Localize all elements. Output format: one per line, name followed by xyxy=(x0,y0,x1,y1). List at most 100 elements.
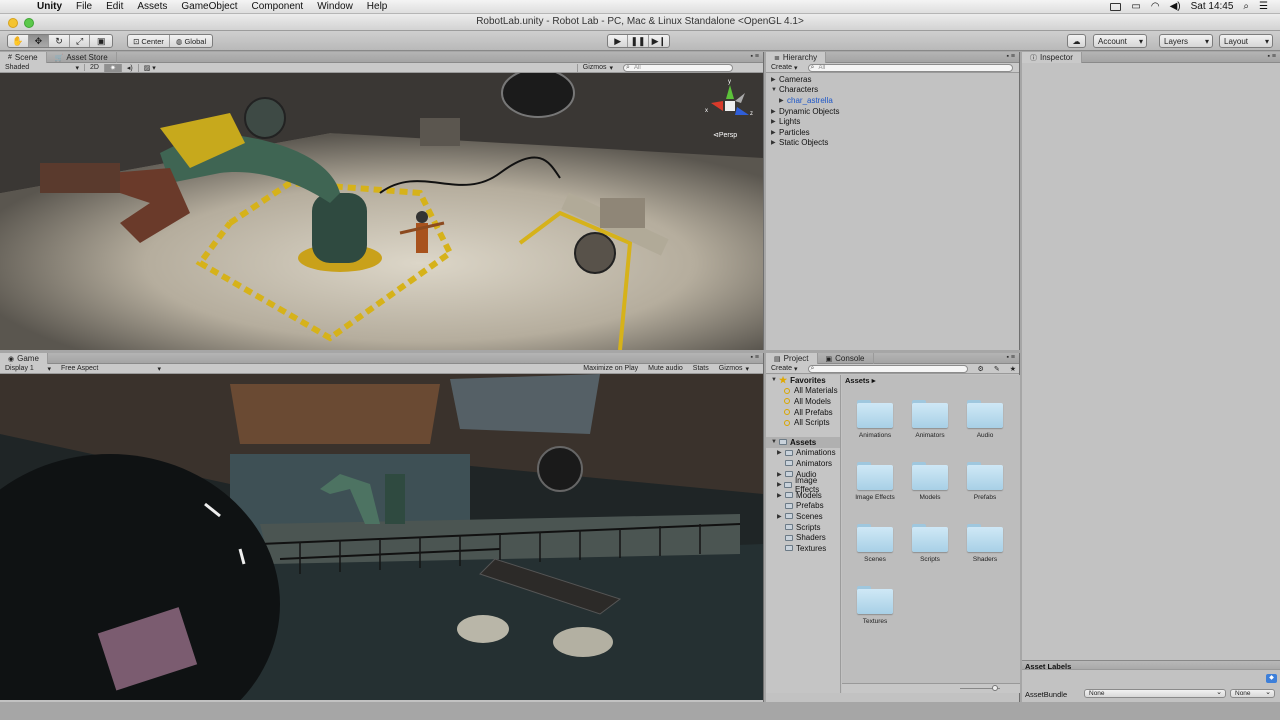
expand-triangle-icon[interactable]: ▶ xyxy=(771,118,779,125)
project-search-input[interactable] xyxy=(807,364,968,373)
expand-triangle-icon[interactable]: ▶ xyxy=(771,108,779,115)
account-dropdown[interactable]: Account ▾ xyxy=(1093,34,1147,48)
tree-folder-prefabs[interactable]: Prefabs xyxy=(766,501,840,512)
tree-folder-animations[interactable]: ▶ Animations xyxy=(766,448,840,459)
panel-menu-icon[interactable]: ▪ ≡ xyxy=(1006,53,1015,60)
tab-console[interactable]: ▣ Console xyxy=(818,353,874,364)
filter-by-label-icon[interactable]: ✎ xyxy=(989,365,1005,373)
asset-folder-scenes[interactable]: Scenes xyxy=(850,524,900,563)
hierarchy-item-cameras[interactable]: ▶ Cameras xyxy=(766,74,1019,85)
tab-game[interactable]: ◉ Game xyxy=(0,353,48,364)
favorites-node[interactable]: ▼ ★ Favorites xyxy=(766,375,840,386)
mute-audio-toggle[interactable]: Mute audio xyxy=(643,365,688,372)
tree-folder-shaders[interactable]: Shaders xyxy=(766,532,840,543)
maximize-on-play-toggle[interactable]: Maximize on Play xyxy=(578,365,643,372)
cloud-button[interactable]: ☁ xyxy=(1067,34,1086,48)
hand-tool-icon[interactable]: ✋ xyxy=(8,35,29,47)
scale-tool-icon[interactable]: ⤢ xyxy=(70,35,91,47)
assets-node[interactable]: ▼ Assets xyxy=(766,436,840,448)
tree-folder-textures[interactable]: Textures xyxy=(766,543,840,554)
layers-dropdown[interactable]: Layers ▾ xyxy=(1159,34,1213,48)
game-gizmos-dropdown[interactable]: Gizmos ▾ xyxy=(714,365,763,373)
scene-orientation-gizmo[interactable]: y x z ⊲Persp xyxy=(705,79,755,141)
notification-center-icon[interactable]: ☰ xyxy=(1259,1,1268,12)
favorite-all-materials[interactable]: All Materials xyxy=(766,386,840,397)
tab-scene[interactable]: # Scene xyxy=(0,52,47,63)
expand-triangle-icon[interactable]: ▶ xyxy=(777,513,785,520)
panel-menu-icon[interactable]: ▪ ≡ xyxy=(1006,354,1015,361)
hierarchy-item-static-objects[interactable]: ▶ Static Objects xyxy=(766,138,1019,149)
asset-folder-textures[interactable]: Textures xyxy=(850,586,900,625)
menubar-clock[interactable]: Sat 14:45 xyxy=(1191,1,1234,12)
asset-folder-shaders[interactable]: Shaders xyxy=(960,524,1010,563)
move-tool-icon[interactable]: ✥ xyxy=(28,35,50,47)
favorite-all-models[interactable]: All Models xyxy=(766,396,840,407)
tree-folder-image-effects[interactable]: ▶ Image Effects xyxy=(766,476,840,494)
assetbundle-variant-dropdown[interactable]: None xyxy=(1230,688,1275,698)
projection-persp-label[interactable]: ⊲Persp xyxy=(713,131,737,139)
scene-viewport[interactable]: y x z ⊲Persp xyxy=(0,73,763,350)
play-button[interactable]: ▶ xyxy=(608,35,629,47)
asset-label-tag-icon[interactable]: ◆ xyxy=(1266,674,1277,683)
pivot-center-button[interactable]: ⊡ Center xyxy=(128,35,171,47)
lighting-toggle-icon[interactable]: ✷ xyxy=(103,63,121,72)
menu-file[interactable]: File xyxy=(69,1,99,12)
menu-app-unity[interactable]: Unity xyxy=(30,1,69,12)
favorite-all-scripts[interactable]: All Scripts xyxy=(766,417,840,428)
expand-triangle-icon[interactable]: ▶ xyxy=(777,471,785,478)
asset-folder-scripts[interactable]: Scripts xyxy=(905,524,955,563)
expand-triangle-icon[interactable]: ▶ xyxy=(771,139,779,146)
step-button[interactable]: ▶❙ xyxy=(649,35,669,47)
menu-assets[interactable]: Assets xyxy=(130,1,174,12)
screen-mirror-icon[interactable] xyxy=(1110,2,1122,11)
hierarchy-item-lights[interactable]: ▶ Lights xyxy=(766,116,1019,127)
expand-triangle-icon[interactable]: ▶ xyxy=(779,97,787,104)
rotate-tool-icon[interactable]: ↻ xyxy=(49,35,70,47)
tree-folder-animators[interactable]: Animators xyxy=(766,458,840,469)
asset-folder-audio[interactable]: Audio xyxy=(960,400,1010,439)
panel-menu-icon[interactable]: ▪ ≡ xyxy=(750,53,759,60)
aspect-dropdown[interactable]: Free Aspect ▾ xyxy=(56,365,166,373)
volume-icon[interactable]: ◀) xyxy=(1170,1,1181,12)
space-global-button[interactable]: ◍ Global xyxy=(170,35,212,47)
favorite-search-icon[interactable]: ★ xyxy=(1005,365,1021,373)
asset-breadcrumb[interactable]: Assets ▸ xyxy=(845,376,875,385)
menu-window[interactable]: Window xyxy=(310,1,360,12)
hierarchy-item-char-astrella[interactable]: ▶ char_astrella xyxy=(766,95,1019,106)
asset-folder-prefabs[interactable]: Prefabs xyxy=(960,462,1010,501)
mode-2d-toggle[interactable]: 2D xyxy=(84,64,104,71)
hierarchy-create-dropdown[interactable]: Create ▾ xyxy=(766,64,803,72)
assetbundle-dropdown[interactable]: None xyxy=(1084,688,1226,698)
panel-menu-icon[interactable]: ▪ ≡ xyxy=(1267,53,1276,60)
tree-folder-scenes[interactable]: ▶ Scenes xyxy=(766,511,840,522)
tree-folder-scripts[interactable]: Scripts xyxy=(766,522,840,533)
spotlight-search-icon[interactable]: ⌕ xyxy=(1243,1,1249,12)
hierarchy-item-characters[interactable]: ▼ Characters xyxy=(766,85,1019,96)
collapse-triangle-icon[interactable]: ▼ xyxy=(771,87,779,93)
expand-triangle-icon[interactable]: ▶ xyxy=(771,76,779,83)
wifi-icon[interactable]: ◠ xyxy=(1151,1,1160,12)
stats-toggle[interactable]: Stats xyxy=(688,365,714,372)
menu-edit[interactable]: Edit xyxy=(99,1,130,12)
display-dropdown[interactable]: Display 1 ▾ xyxy=(0,365,56,373)
asset-folder-animators[interactable]: Animators xyxy=(905,400,955,439)
expand-triangle-icon[interactable]: ▶ xyxy=(777,449,785,456)
audio-toggle-icon[interactable]: ◂) xyxy=(120,63,138,72)
expand-triangle-icon[interactable]: ▶ xyxy=(771,129,779,136)
collapse-triangle-icon[interactable]: ▼ xyxy=(771,377,779,383)
panel-menu-icon[interactable]: ▪ ≡ xyxy=(750,354,759,361)
menu-gameobject[interactable]: GameObject xyxy=(174,1,244,12)
filter-by-type-icon[interactable]: ⚙ xyxy=(973,365,989,373)
hierarchy-search-input[interactable]: All xyxy=(807,63,1013,72)
effects-dropdown-icon[interactable]: ▨ ▾ xyxy=(137,63,161,72)
menu-component[interactable]: Component xyxy=(245,1,311,12)
tab-hierarchy[interactable]: ≣ Hierarchy xyxy=(766,52,827,63)
layout-dropdown[interactable]: Layout ▾ xyxy=(1219,34,1273,48)
tab-inspector[interactable]: ⓘ Inspector xyxy=(1022,52,1082,63)
menu-help[interactable]: Help xyxy=(360,1,395,12)
favorite-all-prefabs[interactable]: All Prefabs xyxy=(766,407,840,418)
hierarchy-item-dynamic-objects[interactable]: ▶ Dynamic Objects xyxy=(766,106,1019,117)
asset-folder-animations[interactable]: Animations xyxy=(850,400,900,439)
shading-mode-dropdown[interactable]: Shaded ▾ xyxy=(0,64,84,72)
pause-button[interactable]: ❚❚ xyxy=(628,35,649,47)
